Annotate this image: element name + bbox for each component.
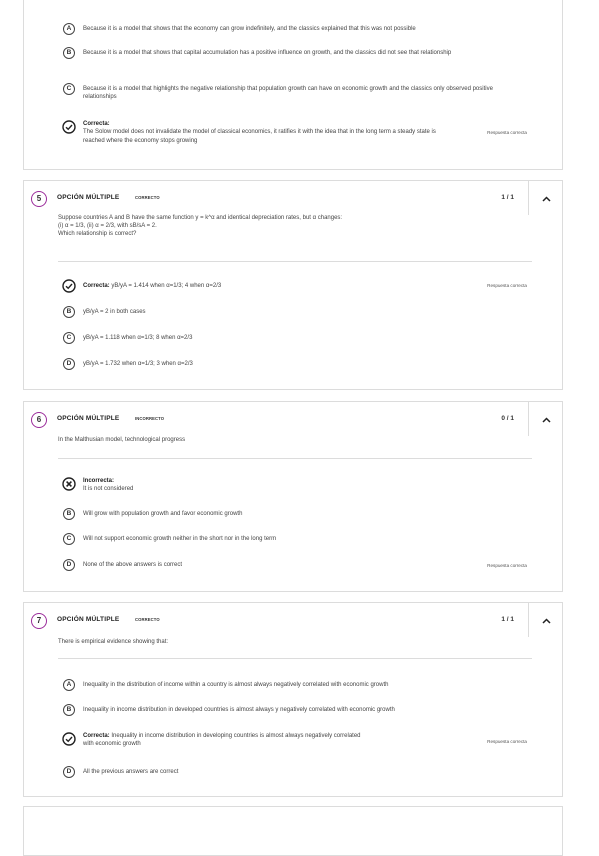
correct-answer-flag: Respuesta correcta <box>487 130 527 135</box>
prompt-line: (i) α = 1/3, (ii) α = 2/3, with sB/sA = … <box>58 223 157 230</box>
divider <box>58 458 532 459</box>
question-card-7: 7 OPCIÓN MÚLTIPLE CORRECTO 1 / 1 There i… <box>23 602 563 797</box>
question-card-4: A Because it is a model that shows that … <box>23 0 563 170</box>
option-text: Because it is a model that highlights th… <box>83 86 493 101</box>
answer-head: Incorrecta: <box>83 478 115 484</box>
question-number: 6 <box>31 412 47 428</box>
check-circle-icon <box>62 732 76 746</box>
option-text: Inequality in the distribution of income… <box>83 682 389 688</box>
answer-block: Correcta: Inequality in income distribut… <box>83 732 463 749</box>
option-letter-b: B <box>63 704 75 716</box>
question-card-5: 5 OPCIÓN MÚLTIPLE CORRECTO 1 / 1 Suppose… <box>23 180 563 390</box>
option-letter-a: A <box>63 23 75 35</box>
answer-head: Correcta: <box>83 283 110 289</box>
option-letter-c: C <box>63 533 75 545</box>
option-letter-d: D <box>63 559 75 571</box>
answer-head: Correcta: <box>83 733 110 739</box>
question-type: OPCIÓN MÚLTIPLE <box>57 194 120 201</box>
question-card-6: 6 OPCIÓN MÚLTIPLE INCORRECTO 0 / 1 In th… <box>23 401 563 592</box>
option-text: yB/yA = 2 in both cases <box>83 309 146 315</box>
check-circle-icon <box>62 279 76 293</box>
answer-block: Correcta: yB/yA = 1.414 when α=1/3; 4 wh… <box>83 282 221 290</box>
status-badge: CORRECTO <box>135 617 160 622</box>
prompt-line: Suppose countries A and B have the same … <box>58 215 343 221</box>
chevron-up-icon[interactable] <box>542 416 551 424</box>
option-text: yB/yA = 1.118 when α=1/3; 8 when α=2/3 <box>83 335 193 341</box>
prompt-line: Which relationship is correct? <box>58 231 137 238</box>
divider <box>528 603 529 637</box>
option-letter-b: B <box>63 306 75 318</box>
option-letter-a: A <box>63 679 75 691</box>
status-badge: INCORRECTO <box>135 416 165 421</box>
option-text: All the previous answers are correct <box>83 769 179 775</box>
answer-text: The Solow model does not invalidate the … <box>83 129 436 144</box>
option-text: yB/yA = 1.732 when α=1/3; 3 when α=2/3 <box>83 361 193 367</box>
score: 1 / 1 <box>501 616 514 623</box>
question-card-next <box>23 806 563 856</box>
question-prompt: Suppose countries A and B have the same … <box>58 214 528 239</box>
question-prompt: In the Malthusian model, technological p… <box>58 437 186 443</box>
option-letter-c: C <box>63 332 75 344</box>
answer-block: Incorrecta: It is not considered <box>83 477 133 494</box>
question-prompt: There is empirical evidence showing that… <box>58 639 169 645</box>
chevron-up-icon[interactable] <box>542 195 551 203</box>
correct-answer-flag: Respuesta correcta <box>487 739 527 744</box>
divider <box>528 402 529 436</box>
option-text: Because it is a model that shows that ca… <box>83 50 452 56</box>
option-letter-d: D <box>63 766 75 778</box>
answer-head: Correcta: <box>83 121 110 127</box>
correct-answer-flag: Respuesta correcta <box>487 283 527 288</box>
question-number: 5 <box>31 191 47 207</box>
option-letter-d: D <box>63 358 75 370</box>
answer-text-continued: with economic growth <box>83 741 141 748</box>
option-text: Will grow with population growth and fav… <box>83 511 243 517</box>
question-number: 7 <box>31 613 47 629</box>
question-type: OPCIÓN MÚLTIPLE <box>57 415 120 422</box>
option-text: None of the above answers is correct <box>83 562 183 568</box>
status-badge: CORRECTO <box>135 195 160 200</box>
option-text: Because it is a model that shows that th… <box>83 26 416 32</box>
option-letter-b: B <box>63 47 75 59</box>
divider <box>58 261 532 262</box>
option-letter-c: C <box>63 83 75 95</box>
correct-answer-flag: Respuesta correcta <box>487 563 527 568</box>
divider <box>58 658 532 659</box>
chevron-up-icon[interactable] <box>542 617 551 625</box>
question-type: OPCIÓN MÚLTIPLE <box>57 616 120 623</box>
x-circle-icon <box>62 477 76 491</box>
option-letter-b: B <box>63 508 75 520</box>
answer-text: Inequality in income distribution in dev… <box>111 733 361 739</box>
answer-text: It is not considered <box>83 486 134 493</box>
option-text: Will not support economic growth neither… <box>83 536 277 542</box>
divider <box>528 181 529 215</box>
score: 0 / 1 <box>501 415 514 422</box>
check-circle-icon <box>62 120 76 134</box>
answer-block: Correcta: The Solow model does not inval… <box>83 120 453 145</box>
answer-text: yB/yA = 1.414 when α=1/3; 4 when α=2/3 <box>111 283 222 289</box>
score: 1 / 1 <box>501 194 514 201</box>
option-text: Inequality in income distribution in dev… <box>83 707 395 713</box>
